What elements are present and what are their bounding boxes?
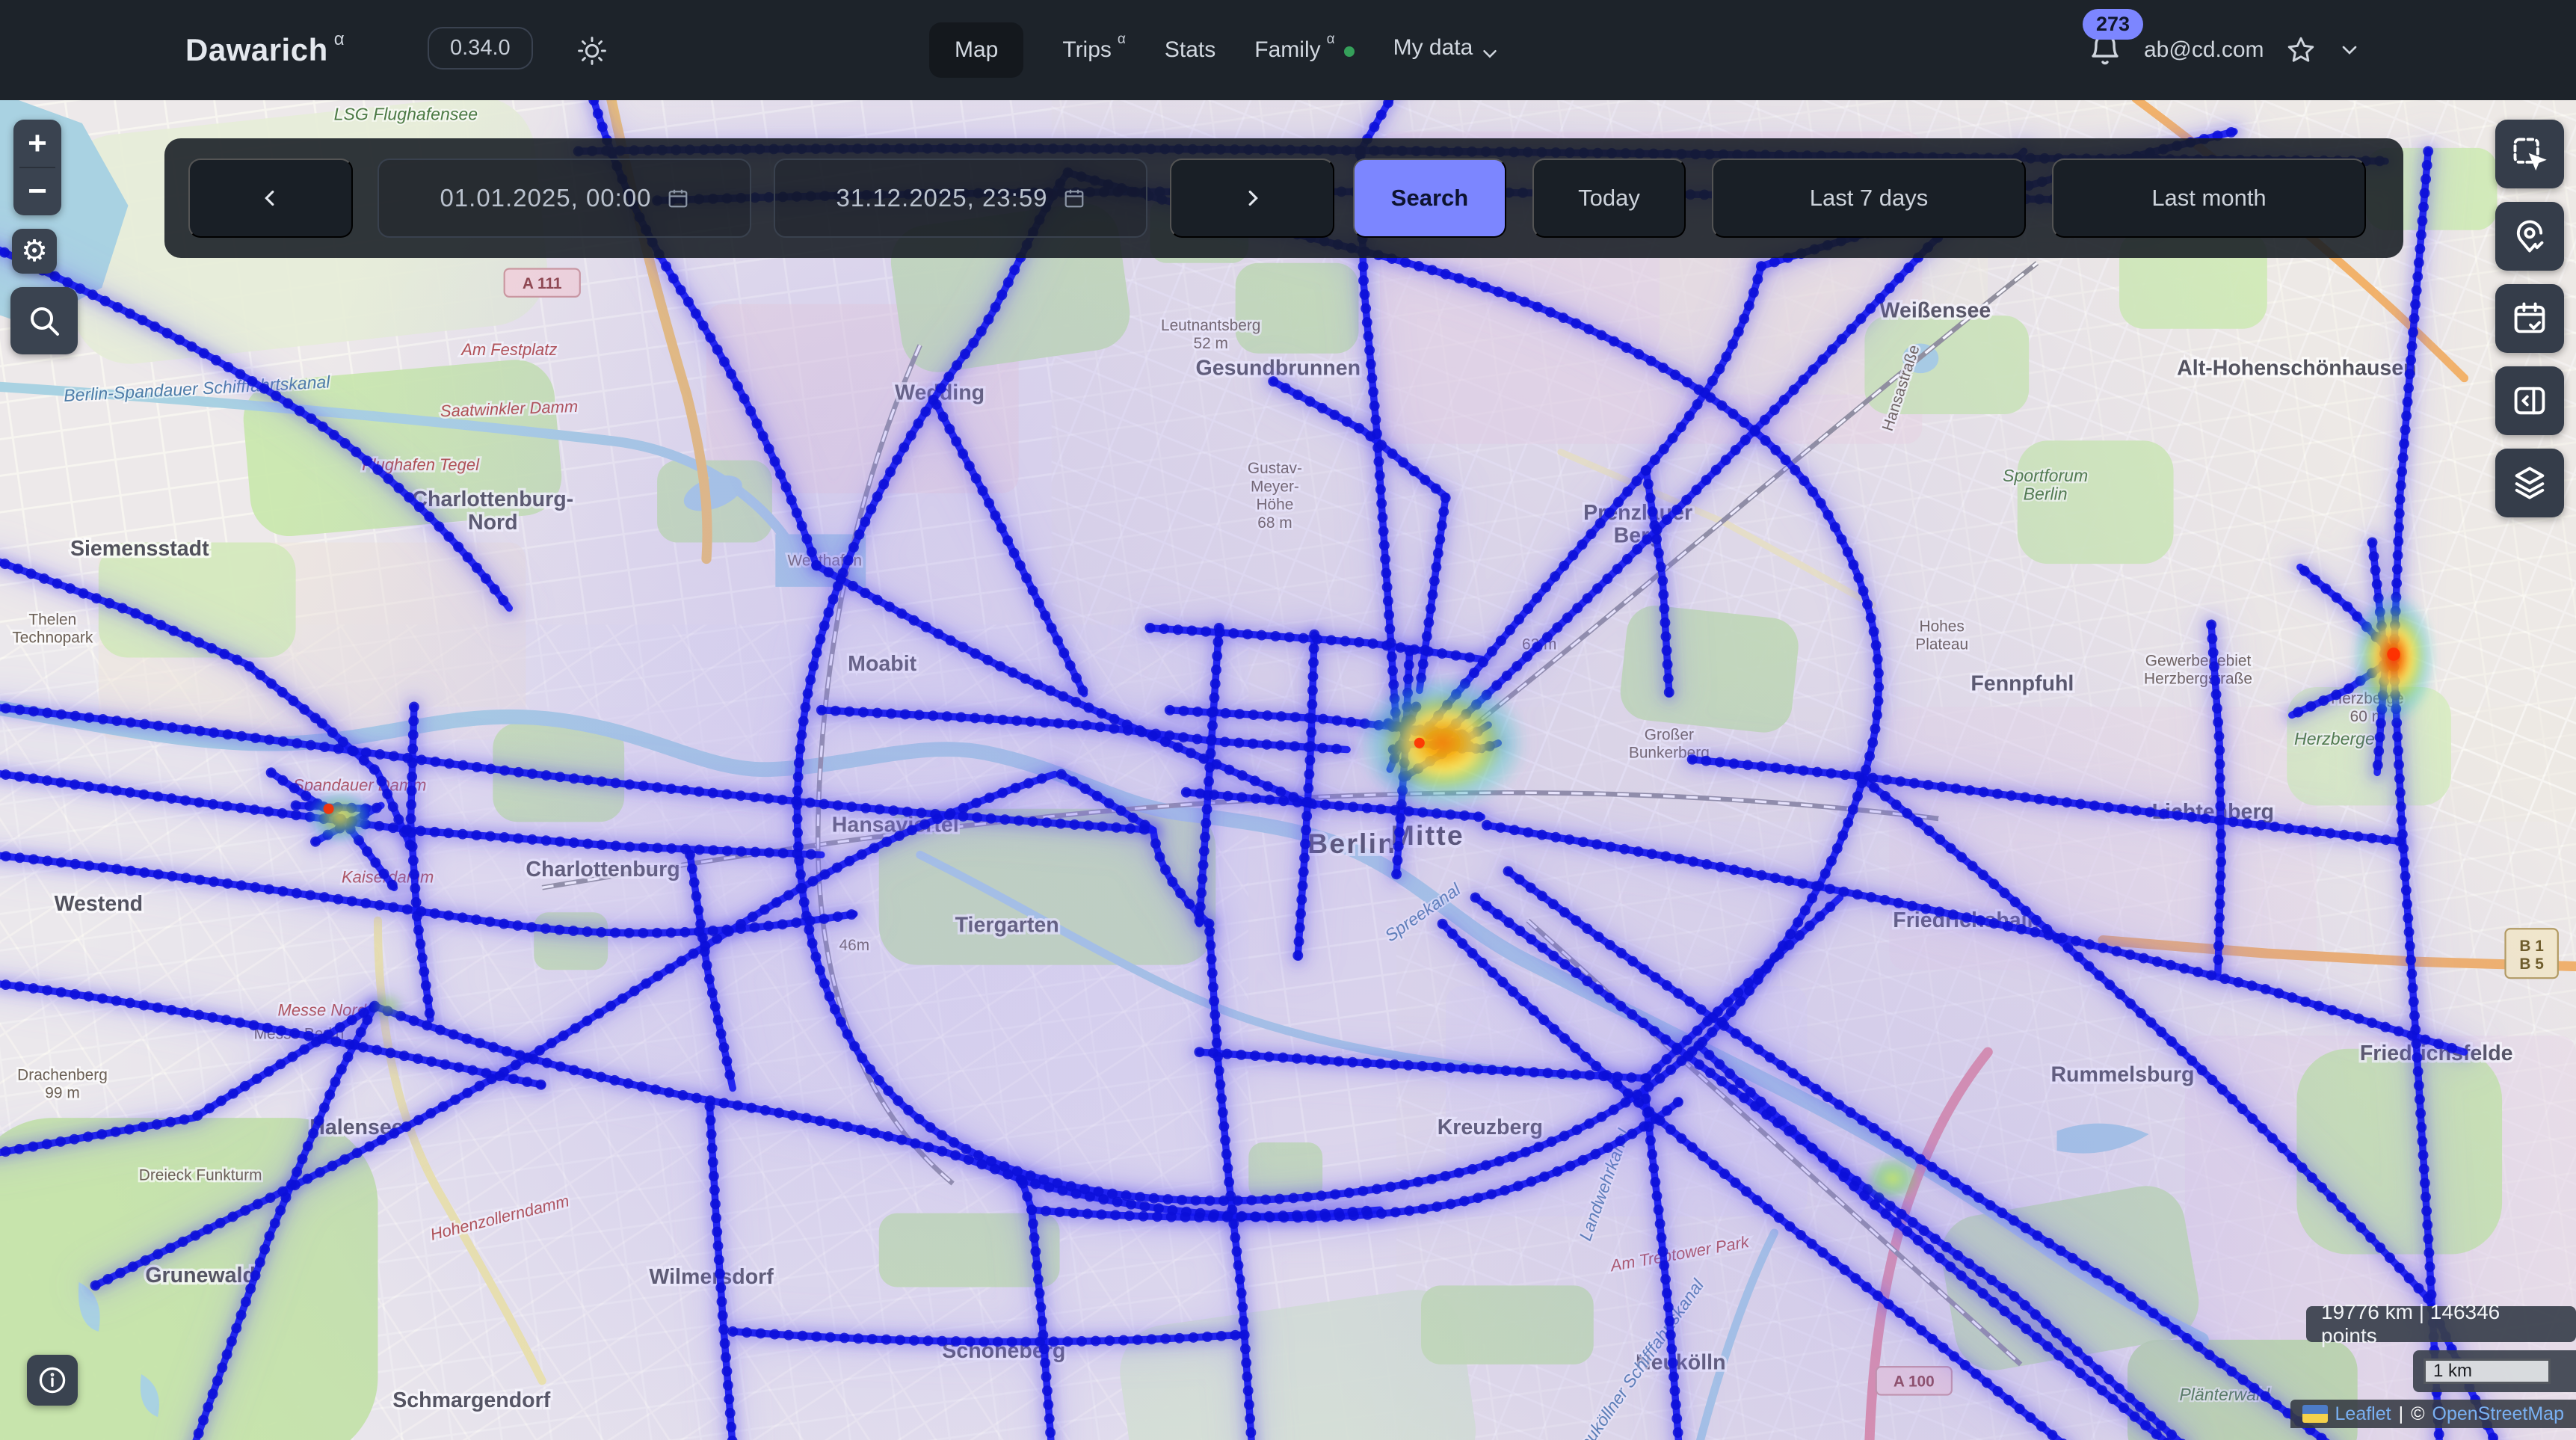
version-badge: 0.34.0 (428, 27, 533, 70)
family-alpha-superscript: α (1327, 31, 1335, 48)
attribution-separator: | (2399, 1403, 2404, 1425)
map-attribution: Leaflet | © OpenStreetMap (2290, 1400, 2576, 1428)
dawarich-app: SiemensstadtWeddingGesundbrunnenPankowWe… (0, 0, 2576, 1440)
sun-icon (576, 34, 608, 67)
user-menu-chevron-icon[interactable] (2338, 38, 2361, 62)
openstreetmap-link[interactable]: OpenStreetMap (2432, 1403, 2565, 1425)
toggle-side-panel-button[interactable] (2495, 366, 2564, 435)
copyright-symbol: © (2411, 1403, 2424, 1425)
chevron-down-icon (1479, 43, 1501, 65)
last-month-button[interactable]: Last month (2052, 159, 2366, 238)
calendar-icon (667, 187, 689, 209)
star-icon[interactable] (2285, 34, 2317, 66)
previous-period-button[interactable] (188, 159, 353, 238)
brand[interactable]: Dawarich α (185, 0, 345, 100)
visited-places-button[interactable] (2495, 202, 2564, 271)
date-filter-bar: 01.01.2025, 00:00 31.12.2025, 23:59 Sear… (164, 138, 2403, 258)
next-period-button[interactable] (1170, 159, 1334, 238)
area-selection-tool-button[interactable] (2495, 120, 2564, 188)
map-info-button[interactable] (27, 1355, 78, 1406)
map-scale-control: 1 km (2413, 1350, 2576, 1392)
selection-cursor-icon (2510, 135, 2549, 173)
tab-trips[interactable]: Tripsα (1062, 22, 1126, 78)
search-button[interactable]: Search (1353, 159, 1506, 238)
today-button[interactable]: Today (1532, 159, 1686, 238)
chevron-right-icon (1239, 185, 1265, 211)
gear-icon: ⚙ (21, 234, 48, 268)
tab-map[interactable]: Map (929, 22, 1023, 78)
calendar-icon (1063, 187, 1085, 209)
main-nav-tabs: Map Tripsα Stats Familyα My data (929, 0, 1501, 100)
app-title: Dawarich (185, 32, 328, 68)
alpha-superscript: α (334, 29, 345, 50)
map-layers-button[interactable] (2495, 449, 2564, 517)
chevron-left-icon (258, 185, 283, 211)
map-search-button[interactable] (10, 287, 78, 354)
leaflet-link[interactable]: Leaflet (2335, 1403, 2391, 1425)
trips-alpha-superscript: α (1118, 31, 1126, 48)
zoom-out-button[interactable]: − (13, 168, 61, 215)
search-icon (26, 303, 62, 339)
sidebar-collapse-icon (2510, 381, 2549, 420)
layers-icon (2510, 464, 2549, 502)
tab-family[interactable]: Familyα (1254, 22, 1354, 78)
zoom-control: + − (13, 120, 61, 215)
user-email[interactable]: ab@cd.com (2144, 37, 2264, 63)
tab-my-data[interactable]: My data (1393, 20, 1502, 80)
end-date-input[interactable]: 31.12.2025, 23:59 (774, 159, 1147, 238)
theme-toggle-button[interactable] (574, 33, 610, 69)
navbar: Dawarich α 0.34.0 Map Tripsα Stats Famil… (0, 0, 2576, 100)
start-date-input[interactable]: 01.01.2025, 00:00 (378, 159, 751, 238)
calendar-check-icon (2510, 299, 2549, 338)
ukraine-flag-icon (2302, 1405, 2328, 1423)
family-online-dot (1344, 46, 1355, 57)
tab-stats[interactable]: Stats (1165, 22, 1215, 78)
notification-count-badge: 273 (2083, 9, 2143, 40)
svg-text:Siemensstadt: Siemensstadt (70, 537, 209, 561)
map-pin-check-icon (2510, 217, 2549, 256)
calendar-panel-button[interactable] (2495, 284, 2564, 353)
map-settings-button[interactable]: ⚙ (12, 229, 57, 274)
scale-bar: 1 km (2424, 1359, 2551, 1384)
distance-points-stats: 19776 km | 146346 points (2306, 1306, 2576, 1342)
last-7-days-button[interactable]: Last 7 days (1712, 159, 2026, 238)
zoom-in-button[interactable]: + (13, 120, 61, 167)
info-icon (36, 1364, 69, 1397)
